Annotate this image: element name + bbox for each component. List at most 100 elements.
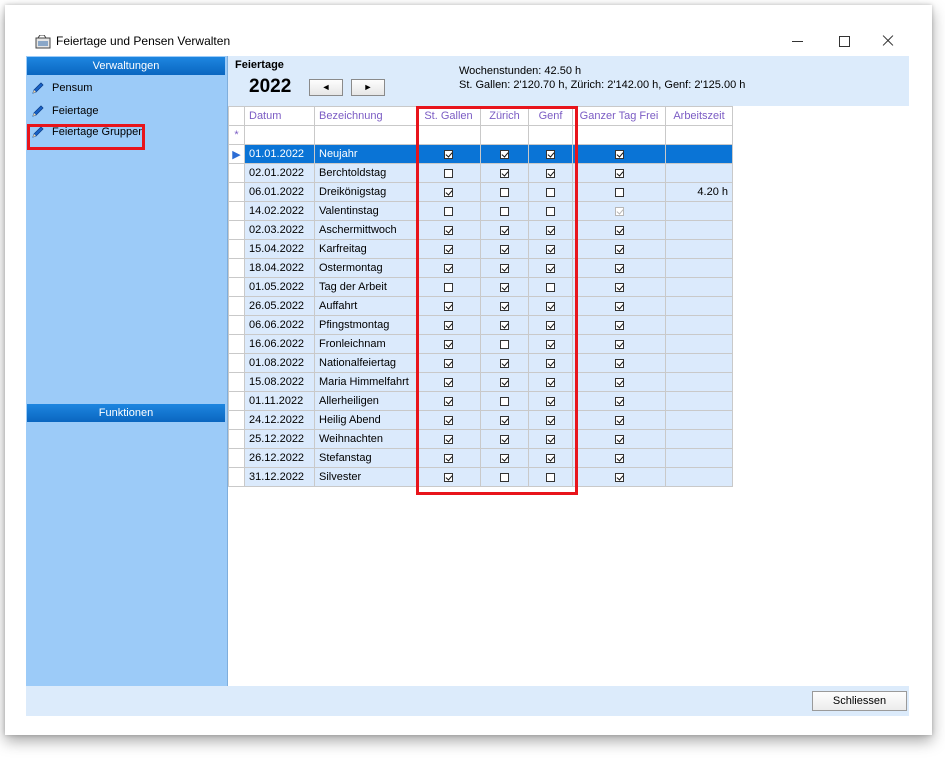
checkbox-zuerich[interactable] [500, 244, 509, 254]
checkbox-st-gallen[interactable] [444, 206, 453, 216]
checkbox-zuerich[interactable] [500, 377, 509, 387]
checkbox-ganzer-tag-frei[interactable] [614, 168, 624, 178]
row-selector[interactable] [228, 391, 245, 411]
new-row-cell[interactable] [572, 125, 666, 145]
cell-arbeitszeit[interactable] [665, 448, 733, 468]
sidebar-item-pensum[interactable]: Pensum [31, 78, 92, 98]
checkbox-genf[interactable] [546, 339, 555, 349]
cell-datum[interactable]: 14.02.2022 [244, 201, 315, 221]
checkbox-ganzer-tag-frei[interactable] [614, 434, 624, 444]
column-header-bezeichnung[interactable]: Bezeichnung [314, 106, 417, 126]
checkbox-st-gallen[interactable] [444, 301, 453, 311]
checkbox-zuerich[interactable] [500, 187, 509, 197]
table-row[interactable]: 01.08.2022 Nationalfeiertag [228, 353, 733, 373]
checkbox-ganzer-tag-frei[interactable] [614, 206, 624, 216]
cell-arbeitszeit[interactable] [665, 334, 733, 354]
checkbox-genf[interactable] [546, 377, 555, 387]
checkbox-st-gallen[interactable] [444, 377, 453, 387]
row-selector[interactable] [228, 334, 245, 354]
maximize-button[interactable] [829, 31, 859, 51]
checkbox-ganzer-tag-frei[interactable] [614, 415, 624, 425]
cell-arbeitszeit[interactable] [665, 201, 733, 221]
schliessen-button[interactable]: Schliessen [812, 691, 907, 711]
cell-arbeitszeit[interactable] [665, 391, 733, 411]
section-header-verwaltungen[interactable]: Verwaltungen [27, 57, 225, 75]
cell-bezeichnung[interactable]: Valentinstag [314, 201, 417, 221]
cell-datum[interactable]: 01.01.2022 [244, 144, 315, 164]
cell-arbeitszeit[interactable]: 4.20 h [665, 182, 733, 202]
new-row-cell[interactable] [665, 125, 733, 145]
cell-datum[interactable]: 24.12.2022 [244, 410, 315, 430]
cell-bezeichnung[interactable]: Aschermittwoch [314, 220, 417, 240]
cell-arbeitszeit[interactable] [665, 296, 733, 316]
cell-datum[interactable]: 02.03.2022 [244, 220, 315, 240]
checkbox-genf[interactable] [546, 244, 555, 254]
cell-bezeichnung[interactable]: Maria Himmelfahrt [314, 372, 417, 392]
checkbox-zuerich[interactable] [500, 472, 509, 482]
cell-bezeichnung[interactable]: Weihnachten [314, 429, 417, 449]
checkbox-ganzer-tag-frei[interactable] [614, 396, 624, 406]
new-row-cell[interactable] [528, 125, 573, 145]
column-header-zuerich[interactable]: Zürich [480, 106, 529, 126]
cell-datum[interactable]: 06.06.2022 [244, 315, 315, 335]
table-row[interactable]: 26.12.2022 Stefanstag [228, 448, 733, 468]
new-row-cell[interactable] [314, 125, 417, 145]
checkbox-zuerich[interactable] [500, 358, 509, 368]
checkbox-ganzer-tag-frei[interactable] [614, 187, 624, 197]
checkbox-ganzer-tag-frei[interactable] [614, 282, 624, 292]
checkbox-ganzer-tag-frei[interactable] [614, 149, 624, 159]
close-window-button[interactable] [873, 31, 903, 51]
row-selector[interactable] [228, 163, 245, 183]
checkbox-zuerich[interactable] [500, 282, 509, 292]
cell-arbeitszeit[interactable] [665, 258, 733, 278]
cell-arbeitszeit[interactable] [665, 144, 733, 164]
row-selector[interactable] [228, 372, 245, 392]
table-row[interactable]: 01.11.2022 Allerheiligen [228, 391, 733, 411]
cell-datum[interactable]: 01.05.2022 [244, 277, 315, 297]
table-row[interactable]: 15.04.2022 Karfreitag [228, 239, 733, 259]
checkbox-zuerich[interactable] [500, 225, 509, 235]
cell-arbeitszeit[interactable] [665, 372, 733, 392]
table-row[interactable]: 06.06.2022 Pfingstmontag [228, 315, 733, 335]
checkbox-ganzer-tag-frei[interactable] [614, 358, 624, 368]
checkbox-zuerich[interactable] [500, 396, 509, 406]
previous-year-button[interactable]: ◄ [309, 79, 343, 96]
new-row-cell[interactable] [244, 125, 315, 145]
cell-datum[interactable]: 01.11.2022 [244, 391, 315, 411]
checkbox-st-gallen[interactable] [444, 263, 453, 273]
checkbox-st-gallen[interactable] [444, 187, 453, 197]
checkbox-genf[interactable] [546, 301, 555, 311]
cell-bezeichnung[interactable]: Pfingstmontag [314, 315, 417, 335]
cell-arbeitszeit[interactable] [665, 467, 733, 487]
checkbox-ganzer-tag-frei[interactable] [614, 453, 624, 463]
sidebar-item-feiertage[interactable]: Feiertage [31, 101, 98, 121]
row-selector[interactable] [228, 315, 245, 335]
row-selector[interactable] [228, 220, 245, 240]
table-row[interactable]: 06.01.2022 Dreikönigstag 4.20 h [228, 182, 733, 202]
column-header-ganzer-tag-frei[interactable]: Ganzer Tag Frei [572, 106, 666, 126]
cell-arbeitszeit[interactable] [665, 429, 733, 449]
row-selector[interactable] [228, 296, 245, 316]
row-selector[interactable] [228, 239, 245, 259]
checkbox-zuerich[interactable] [500, 301, 509, 311]
checkbox-ganzer-tag-frei[interactable] [614, 320, 624, 330]
cell-datum[interactable]: 15.08.2022 [244, 372, 315, 392]
checkbox-st-gallen[interactable] [444, 415, 453, 425]
new-row[interactable]: * [228, 125, 733, 145]
cell-bezeichnung[interactable]: Allerheiligen [314, 391, 417, 411]
checkbox-st-gallen[interactable] [444, 396, 453, 406]
cell-bezeichnung[interactable]: Fronleichnam [314, 334, 417, 354]
checkbox-ganzer-tag-frei[interactable] [614, 301, 624, 311]
checkbox-genf[interactable] [546, 282, 555, 292]
cell-datum[interactable]: 01.08.2022 [244, 353, 315, 373]
checkbox-genf[interactable] [546, 149, 555, 159]
table-row[interactable]: 02.03.2022 Aschermittwoch [228, 220, 733, 240]
table-row[interactable]: 15.08.2022 Maria Himmelfahrt [228, 372, 733, 392]
table-row[interactable]: 24.12.2022 Heilig Abend [228, 410, 733, 430]
column-header-datum[interactable]: Datum [244, 106, 315, 126]
new-row-cell[interactable] [416, 125, 481, 145]
cell-bezeichnung[interactable]: Nationalfeiertag [314, 353, 417, 373]
checkbox-st-gallen[interactable] [444, 282, 453, 292]
cell-arbeitszeit[interactable] [665, 220, 733, 240]
checkbox-genf[interactable] [546, 225, 555, 235]
